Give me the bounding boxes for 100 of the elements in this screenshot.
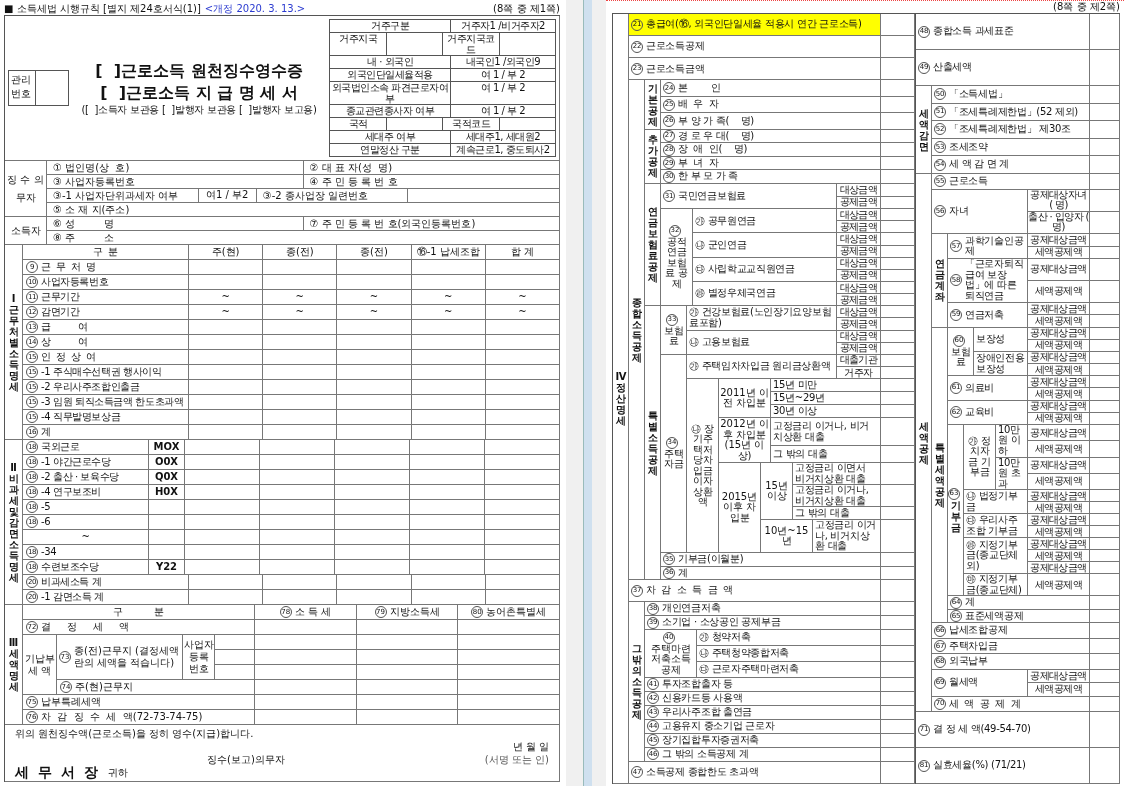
sub-label: 대상금액 [839, 233, 878, 244]
row-label: ㉰ 근로자주택마련저축 [699, 664, 799, 675]
column-header: 주(현) [189, 245, 264, 260]
option-text: 여1 / 부2 [198, 189, 257, 203]
row-label: 계 [41, 426, 51, 438]
row-label: 부 녀 자 [678, 157, 719, 169]
info-value: 계속근로1, 중도퇴사2 [451, 144, 556, 157]
sub-label: 공제대상금액 [1030, 671, 1087, 682]
row-label: 근로소득금액 [646, 63, 705, 75]
row-label: 10만원 초과 [998, 457, 1022, 489]
row-label: 그 밖의 대출 [795, 508, 850, 519]
row-label: 한 부 모 가 족 [678, 171, 738, 182]
period-cell: ~ [411, 305, 486, 320]
column-header: 구 분 [23, 245, 189, 260]
form-reference: ■ 소득세법 시행규칙 [별지 제24호서식(1)] [4, 2, 201, 15]
page-number: (8쪽 중 제2쪽) [1053, 1, 1120, 13]
group-label: 보험료 [949, 346, 972, 368]
sub-label: 대상금액 [839, 184, 878, 195]
sub-label: 대상금액 [839, 306, 878, 317]
form-title: [ ]근로소득 지 급 명 세 서 [99, 82, 299, 105]
info-value: 거주자1 /비거주자2 [451, 20, 556, 33]
row-label: 본 인 [678, 82, 721, 94]
row-label: 우리사주조합 출연금 [662, 707, 753, 718]
sub-label: 공제금액 [839, 221, 878, 232]
row-label: 국외근로 [41, 441, 80, 453]
sub-label: 공제대상금액 [1030, 328, 1087, 339]
sub-label: 세액공제액 [1035, 364, 1082, 375]
sub-label: 대상금액 [839, 258, 878, 269]
row-label: 개인연금저축 [662, 603, 721, 614]
row-label: 세 액 감 면 계 [949, 159, 1009, 170]
group-label: 2011년 이전 차입분 [720, 387, 769, 409]
row-label: 월세액 [949, 677, 979, 688]
row-label: 계 [678, 567, 688, 579]
column-header: 소 득 세 [294, 606, 331, 618]
group-label: 공적연금 보험료 공제 [663, 236, 690, 290]
row-label: 주택차입금 [949, 640, 998, 652]
row-label: 결 정 세 액(49-54-70) [933, 724, 1031, 735]
sub-label: 세액공제액 [1035, 579, 1082, 590]
group-label: 주택자금 [662, 448, 685, 470]
honorific: 귀하 [107, 766, 128, 779]
group-label: 2015년 이후 차입분 [720, 491, 759, 524]
row-label: 보장성 [976, 334, 1006, 345]
group-label: 추가공제 [647, 134, 658, 179]
sub-label: 공제금액 [839, 197, 878, 208]
row-label: 경 로 우 대( 명) [678, 130, 754, 142]
row-label: 결 정 세 액 [41, 621, 129, 633]
row-label: 주(현)근무지 [75, 681, 133, 693]
group-label: 세액공제 [918, 420, 929, 465]
revision-date: <개정 2020. 3. 13.> [204, 2, 306, 15]
column-header: ⑯-1 납세조합 [411, 245, 486, 260]
row-label: -34 [41, 546, 57, 558]
field-label: ① 법인명(상 호) [47, 161, 304, 175]
code-cell: O0X [149, 455, 185, 470]
date-line: 년 월 일 [512, 740, 549, 753]
section-label: Ⅲ세액명세 [8, 637, 19, 692]
row-label: ㉮ 청약저축 [699, 632, 751, 643]
row-label: -2 출산 · 보육수당 [41, 471, 119, 483]
sub-label: 세액공제액 [1035, 443, 1082, 454]
row-label: 「소득세법」 [949, 89, 1008, 100]
sub-label: 공제대상금액 [1030, 538, 1087, 549]
sub-label: 공제대상금액 [1030, 303, 1087, 314]
info-value: 여 1 / 부 2 [451, 69, 556, 82]
field-label: ⑥ 성 명 [47, 217, 304, 231]
sub-label: 세액공제액 [1035, 316, 1082, 326]
row-label: 근무기간 [41, 291, 80, 303]
sub-label: 공제대상금액 [1030, 460, 1087, 471]
row-label: 고정금리 이거나, 비거치상환 대출 [815, 520, 878, 552]
sub-label: 공제금액 [839, 343, 878, 354]
sub-label: 대상금액 [839, 282, 878, 293]
period-cell: ~ [485, 290, 560, 305]
field-label: ② 대 표 자(성 명) [303, 161, 560, 175]
row-label: 고용유지 중소기업 근로자 [662, 721, 775, 732]
sub-label: 세액공제액 [1035, 526, 1082, 537]
row-label: 근로소득 [949, 176, 988, 187]
group-label: 보험료 [662, 325, 685, 347]
period-cell: ~ [485, 305, 560, 320]
group-label: 주택마련저축소득공제 [649, 643, 692, 676]
info-value: 내국인1 /외국인9 [451, 56, 556, 69]
row-label: 고정금리 이거나, 비거치상환 대출 [795, 485, 870, 507]
row-label: 인 정 상 여 [41, 351, 97, 363]
field-label: ③ 사업자등록번호 [47, 175, 304, 189]
row-label: 외국납부 [949, 656, 988, 667]
row-label: 소기업 · 소상공인 공제부금 [662, 617, 781, 628]
row-label: 국민연금보험료 [678, 190, 746, 202]
row-label: 15년~29년 [773, 392, 825, 404]
row-label: 「조세특례제한법」 제30조 [949, 124, 1071, 135]
period-cell: ~ [337, 305, 412, 320]
section-label: Ⅳ정산명세 [615, 371, 626, 426]
row-label: 「근로자퇴직급여 보장법」에 따른 퇴직연금 [965, 259, 1025, 302]
row-label: 과학기술인공제 [965, 235, 1025, 257]
row-label: 30년 이상 [773, 405, 818, 417]
row-label: -1 주식매수선택권 행사이익 [41, 366, 162, 378]
row-label: 감면기간 [41, 306, 80, 318]
row-label: ㉯ 군인연금 [695, 239, 747, 251]
row-label: 부 양 가 족( 명) [678, 115, 754, 127]
period-cell: ~ [411, 290, 486, 305]
sub-label: 대상금액 [839, 331, 878, 342]
sub-label: 공제대상금액 [1030, 490, 1087, 501]
party-label: 징 수 의무자 [6, 172, 45, 205]
field-label: ⑧ 주 소 [47, 231, 560, 245]
